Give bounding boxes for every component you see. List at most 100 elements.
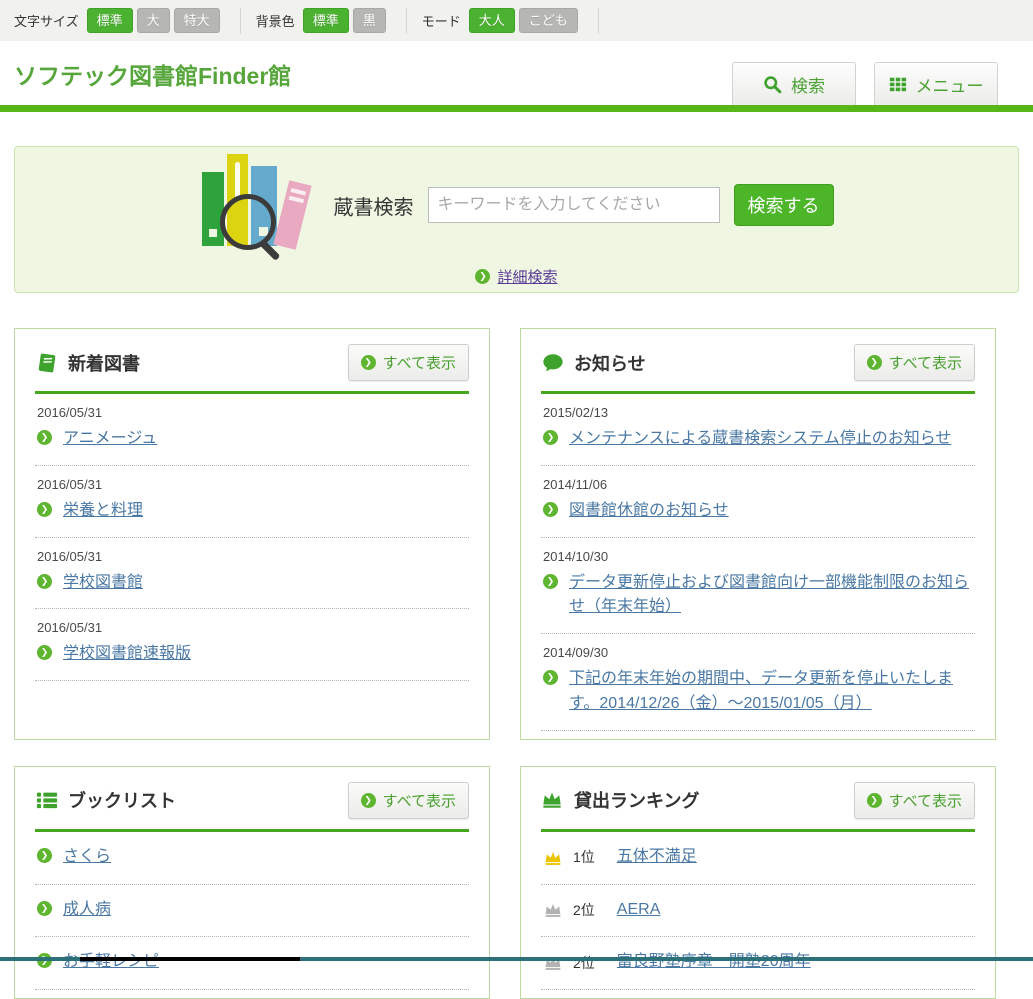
font-size-group: 文字サイズ 標準 大 特大 [14, 8, 241, 34]
item-date: 2014/10/30 [543, 549, 973, 564]
item-link[interactable]: 成人病 [63, 898, 111, 923]
footer-strip [0, 957, 1033, 961]
footer-strip-segment [80, 957, 300, 961]
news-show-all-button[interactable]: ❯ すべて表示 [854, 344, 975, 381]
arrow-circle-icon: ❯ [867, 355, 882, 370]
book-list: ❯ さくら ❯ 成人病 ❯ お手 [35, 832, 469, 990]
header-search-label: 検索 [791, 72, 825, 97]
item-link[interactable]: 栄養と料理 [63, 499, 143, 524]
news-panel: お知らせ ❯ すべて表示 2015/02/13 ❯ メンテナンスによる蔵書検索シ… [520, 328, 996, 740]
font-size-xlarge-button[interactable]: 特大 [174, 8, 220, 33]
list-item: ❯ さくら [35, 832, 469, 885]
item-link-row: ❯ お手軽レシピ [37, 950, 467, 975]
item-link[interactable]: 五体不満足 [617, 845, 697, 870]
bg-color-black-button[interactable]: 黒 [353, 8, 386, 33]
item-link[interactable]: AERA [617, 898, 661, 923]
item-link[interactable]: メンテナンスによる蔵書検索システム停止のお知らせ [569, 427, 951, 452]
item-link[interactable]: データ更新停止および図書館向け一部機能制限のお知らせ（年末年始） [569, 571, 973, 621]
new-books-title: 新着図書 [68, 350, 140, 376]
green-book-shape [202, 172, 224, 246]
catalog-search-input[interactable] [428, 187, 720, 223]
accessibility-bar: 文字サイズ 標準 大 特大 背景色 標準 黒 モード 大人 こども [0, 0, 1033, 41]
bg-color-standard-button[interactable]: 標準 [303, 8, 349, 33]
arrow-circle-icon: ❯ [867, 793, 882, 808]
arrow-circle-icon: ❯ [543, 430, 558, 445]
mode-kids-button[interactable]: こども [519, 8, 578, 33]
item-link-row: ❯ さくら [37, 845, 467, 870]
list-item: 2016/05/31 ❯ 学校図書館 [35, 538, 469, 610]
item-link[interactable]: 図書館休館のお知らせ [569, 499, 729, 524]
item-date: 2016/05/31 [37, 405, 467, 420]
news-header: お知らせ ❯ すべて表示 [541, 344, 975, 394]
book-list-panel: ブックリスト ❯ すべて表示 ❯ さくら [14, 766, 490, 999]
item-link-row: ❯ 栄養と料理 [37, 499, 467, 524]
new-books-show-all-button[interactable]: ❯ すべて表示 [348, 344, 469, 381]
mode-label: モード [422, 11, 461, 30]
new-books-panel: 新着図書 ❯ すべて表示 2016/05/31 ❯ アニメージュ [14, 328, 490, 740]
menu-grid-icon [889, 75, 907, 93]
font-size-label: 文字サイズ [14, 11, 79, 30]
item-link[interactable]: アニメージュ [63, 427, 157, 452]
book-list-title: ブックリスト [68, 787, 176, 813]
ranking-show-all-button[interactable]: ❯ すべて表示 [854, 782, 975, 819]
show-all-label: すべて表示 [889, 790, 962, 811]
ranking-row: 2位 富良野塾序章 開塾20周年 [541, 937, 975, 990]
item-date: 2014/11/06 [543, 477, 973, 492]
arrow-circle-icon: ❯ [475, 269, 490, 284]
catalog-search-label: 蔵書検索 [334, 191, 414, 220]
list-item: ❯ 成人病 [35, 885, 469, 938]
list-item: ❯ お手軽レシピ [35, 937, 469, 990]
arrow-circle-icon: ❯ [37, 848, 52, 863]
item-link[interactable]: お手軽レシピ [63, 950, 159, 975]
item-link-row: ❯ 図書館休館のお知らせ [543, 499, 973, 524]
catalog-search-submit-button[interactable]: 検索する [734, 184, 834, 226]
font-size-standard-button[interactable]: 標準 [87, 8, 133, 33]
item-link-row: ❯ 学校図書館速報版 [37, 642, 467, 667]
header-green-bar [0, 105, 1033, 112]
bg-color-group: 背景色 標準 黒 [256, 8, 407, 34]
book-list-show-all-button[interactable]: ❯ すべて表示 [348, 782, 469, 819]
item-link-row: ❯ メンテナンスによる蔵書検索システム停止のお知らせ [543, 427, 973, 452]
item-link[interactable]: 富良野塾序章 開塾20周年 [617, 950, 811, 975]
catalog-search-row: 蔵書検索 検索する [200, 152, 834, 258]
advanced-search-link[interactable]: 詳細検索 [497, 266, 557, 287]
arrow-circle-icon: ❯ [543, 574, 558, 589]
header-menu-button[interactable]: メニュー [874, 62, 998, 105]
item-link[interactable]: さくら [63, 845, 111, 870]
crown-icon [543, 901, 563, 918]
item-link[interactable]: 学校図書館速報版 [63, 642, 191, 667]
item-link[interactable]: 学校図書館 [63, 571, 143, 596]
site-header: ソフテック図書館Finder館 検索 メニュー [0, 41, 1033, 105]
book-list-header: ブックリスト ❯ すべて表示 [35, 782, 469, 832]
mode-group: モード 大人 こども [422, 8, 599, 34]
item-link[interactable]: 下記の年末年始の期間中、データ更新を停止いたします。2014/12/26（金）～… [569, 667, 973, 717]
arrow-circle-icon: ❯ [37, 645, 52, 660]
item-date: 2016/05/31 [37, 477, 467, 492]
list-icon [35, 789, 59, 811]
arrow-circle-icon: ❯ [37, 502, 52, 517]
list-item: 2016/05/31 ❯ 学校図書館速報版 [35, 609, 469, 681]
ranking-title: 貸出ランキング [574, 787, 699, 813]
site-title: ソフテック図書館Finder館 [14, 57, 291, 91]
new-books-list: 2016/05/31 ❯ アニメージュ 2016/05/31 ❯ 栄養と料理 [35, 394, 469, 681]
item-link-row: ❯ アニメージュ [37, 427, 467, 452]
header-search-button[interactable]: 検索 [732, 62, 856, 105]
item-date: 2016/05/31 [37, 549, 467, 564]
arrow-circle-icon: ❯ [543, 670, 558, 685]
list-item: 2016/05/31 ❯ 栄養と料理 [35, 466, 469, 538]
show-all-label: すべて表示 [383, 352, 456, 373]
main-content: 蔵書検索 検索する ❯ 詳細検索 新着図書 ❯ すべて表示 [0, 146, 1033, 999]
show-all-label: すべて表示 [889, 352, 962, 373]
arrow-circle-icon: ❯ [543, 502, 558, 517]
crown-icon [543, 849, 563, 866]
list-item: 2014/10/30 ❯ データ更新停止および図書館向け一部機能制限のお知らせ（… [541, 538, 975, 635]
font-size-large-button[interactable]: 大 [137, 8, 170, 33]
rank-label: 2位 [573, 953, 595, 973]
news-title: お知らせ [574, 350, 646, 376]
mode-adult-button[interactable]: 大人 [469, 8, 515, 33]
list-item: 2016/05/31 ❯ アニメージュ [35, 394, 469, 466]
arrow-circle-icon: ❯ [37, 901, 52, 916]
item-date: 2014/09/30 [543, 645, 973, 660]
ranking-header: 貸出ランキング ❯ すべて表示 [541, 782, 975, 832]
header-menu-label: メニュー [916, 72, 984, 97]
